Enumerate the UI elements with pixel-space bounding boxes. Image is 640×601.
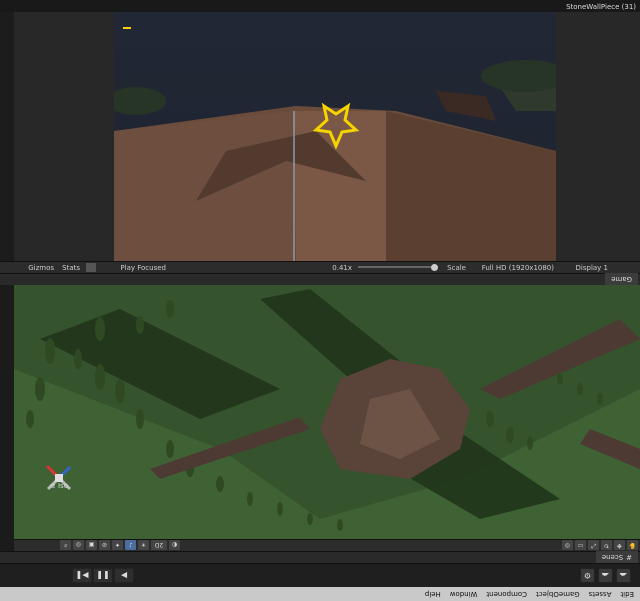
scene-tab-label: Scene — [601, 553, 624, 562]
display-dropdown[interactable]: Display 1 — [576, 264, 608, 272]
game-toolbar: Display 1 Full HD (1920x1080) Scale 0.41… — [0, 261, 640, 273]
menu-bar: Edit Assets GameObject Component Window … — [0, 587, 640, 601]
scene-view-options: ◐ 2D ☀ ♪ ✦ ⊘ ▣ ◎ ⌕ — [60, 540, 182, 550]
gizmos-toggle-icon[interactable]: ◎ — [73, 540, 84, 550]
hidden-objects-icon[interactable]: ⊘ — [99, 540, 110, 550]
transform-tool-icon[interactable]: ◎ — [562, 540, 573, 551]
game-tab-bar: Game — [0, 273, 640, 286]
menu-gameobject[interactable]: GameObject — [536, 590, 580, 598]
pause-button[interactable]: ❚❚ — [93, 568, 113, 583]
stats-button[interactable]: Stats — [62, 264, 80, 272]
scene-side-strip — [0, 285, 14, 551]
scale-value: 0.41x — [332, 264, 352, 272]
step-button[interactable]: ▶❚ — [72, 568, 92, 583]
projection-label[interactable]: ≡ Iso — [50, 482, 68, 490]
game-side-strip — [0, 12, 14, 261]
scale-slider[interactable] — [358, 264, 438, 271]
tab-game[interactable]: Game — [605, 273, 638, 286]
resolution-dropdown[interactable]: Full HD (1920x1080) — [482, 264, 554, 272]
shading-mode-icon[interactable]: ◐ — [169, 540, 180, 550]
hand-tool-icon[interactable]: ✋ — [627, 540, 638, 551]
mute-audio-icon[interactable] — [86, 263, 96, 272]
game-tab-label: Game — [611, 275, 632, 284]
scene-tab-icon: # — [626, 553, 632, 562]
window-title-bar — [0, 0, 640, 12]
mode-2d-toggle[interactable]: 2D — [151, 540, 167, 550]
camera-icon[interactable]: ▣ — [86, 540, 97, 550]
gizmo-marker — [123, 27, 131, 29]
menu-assets[interactable]: Assets — [589, 590, 612, 598]
scene-tab-bar: # Scene — [0, 551, 640, 564]
lighting-toggle-icon[interactable]: ☀ — [138, 540, 149, 550]
play-focused-dropdown[interactable]: Play Focused — [120, 264, 166, 272]
scene-toolbar: ✋ ✥ ↻ ⤢ ▭ ◎ ◐ 2D ☀ ♪ ✦ ⊘ ▣ ◎ ⌕ — [0, 539, 640, 551]
scene-viewport[interactable] — [14, 285, 640, 539]
menu-help[interactable]: Help — [425, 590, 441, 598]
collab-icon[interactable]: ⚙ — [580, 568, 595, 583]
account-icon[interactable]: ☁ — [616, 568, 631, 583]
scale-slider-thumb[interactable] — [431, 264, 438, 271]
cloud-icon[interactable]: ☁ — [598, 568, 613, 583]
effects-icon[interactable]: ✦ — [112, 540, 123, 550]
scene-search-icon[interactable]: ⌕ — [60, 540, 71, 550]
unity-editor: Edit Assets GameObject Component Window … — [0, 0, 640, 601]
play-controls: ▶ ❚❚ ▶❚ — [72, 568, 135, 583]
audio-toggle-icon[interactable]: ♪ — [125, 540, 136, 550]
main-toolbar: ☁ ☁ ⚙ ▶ ❚❚ ▶❚ — [0, 563, 640, 587]
game-render — [114, 12, 556, 261]
game-viewport[interactable] — [114, 12, 556, 261]
window-title: StoneWallPiece (31) — [566, 3, 636, 11]
move-tool-icon[interactable]: ✥ — [614, 540, 625, 551]
play-button[interactable]: ▶ — [114, 568, 134, 583]
scale-tool-icon[interactable]: ⤢ — [588, 540, 599, 551]
scene-render — [14, 285, 640, 539]
tab-scene[interactable]: # Scene — [595, 551, 638, 564]
rect-tool-icon[interactable]: ▭ — [575, 540, 586, 551]
menu-window[interactable]: Window — [450, 590, 478, 598]
scale-label: Scale — [447, 264, 466, 272]
rotate-tool-icon[interactable]: ↻ — [601, 540, 612, 551]
toolbar-left-group: ☁ ☁ ⚙ — [580, 568, 634, 583]
gizmos-button[interactable]: Gizmos — [28, 264, 54, 272]
menu-component[interactable]: Component — [486, 590, 527, 598]
menu-edit[interactable]: Edit — [620, 590, 634, 598]
